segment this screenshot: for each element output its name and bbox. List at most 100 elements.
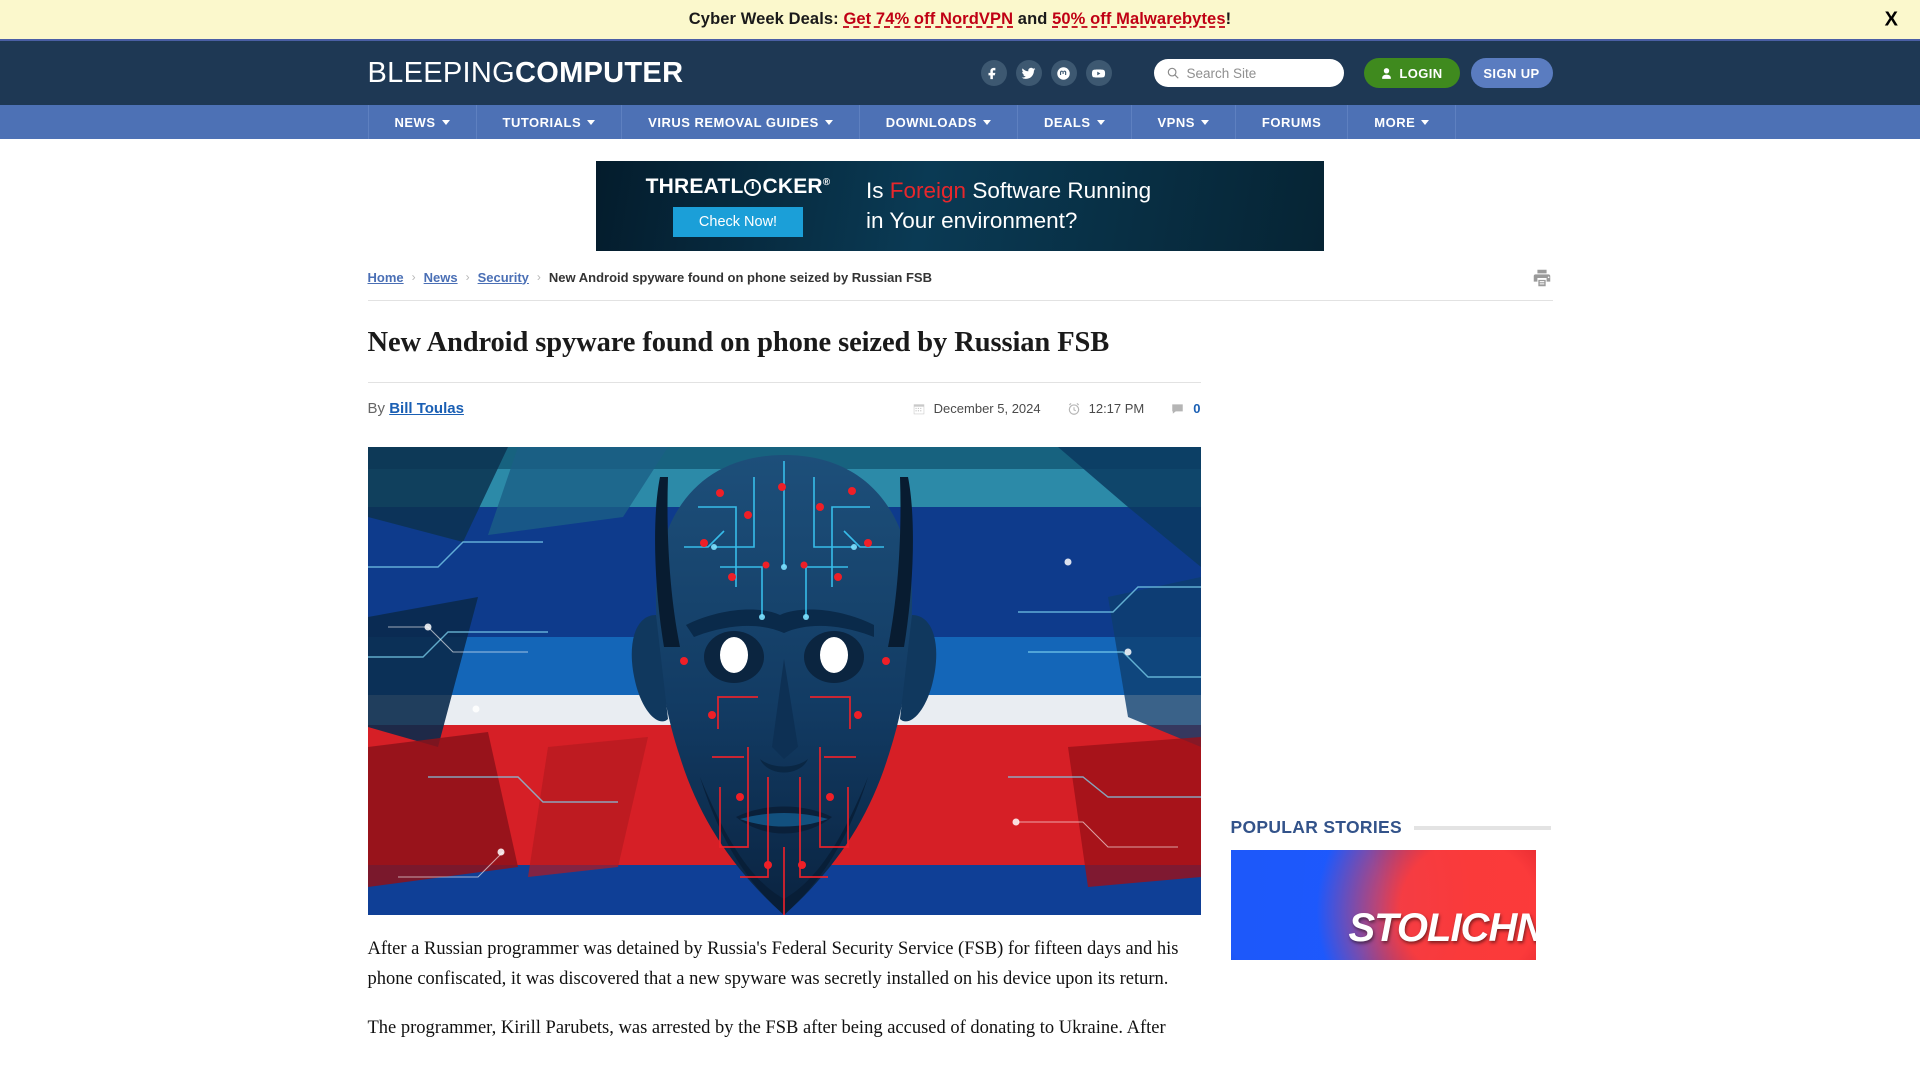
ad-headline-line1: Is Foreign Software Running [866, 176, 1151, 206]
article-paragraph-2: The programmer, Kirill Parubets, was arr… [367, 1018, 1166, 1039]
login-button[interactable]: LOGIN [1363, 58, 1460, 88]
social-links [980, 60, 1112, 86]
chevron-down-icon [824, 119, 833, 125]
power-ring-icon [744, 179, 762, 196]
printer-icon[interactable] [1531, 267, 1553, 287]
mastodon-icon[interactable] [1050, 60, 1077, 86]
chevron-down-icon [1421, 119, 1430, 125]
ad-headline-line2: in Your environment? [866, 208, 1078, 233]
nav-item-more[interactable]: MORE [1348, 105, 1457, 139]
nav-item-label: FORUMS [1261, 114, 1322, 130]
hero-illustration [367, 447, 1201, 915]
chevron-down-icon [587, 119, 596, 125]
nav-item-vpns[interactable]: VPNS [1132, 105, 1236, 139]
search-box[interactable] [1153, 59, 1344, 87]
nav-item-forums[interactable]: FORUMS [1236, 105, 1349, 139]
chevron-down-icon [441, 119, 450, 125]
breadcrumb: Home › News › Security › New Android spyware f… [368, 270, 932, 285]
breadcrumb-current: New Android spyware found on phone seize… [548, 269, 932, 285]
user-icon [1382, 67, 1392, 79]
byline-prefix: By [367, 400, 390, 417]
main-navigation: NEWS TUTORIALS VIRUS REMOVAL GUIDES DOWNLOA… [0, 105, 1920, 139]
ad-line1-a: Is [866, 178, 890, 204]
content-wrapper: Home › News › Security › New Android spyware f… [367, 265, 1553, 1044]
signup-button-label: SIGN UP [1483, 65, 1540, 81]
nav-item-news[interactable]: NEWS [367, 105, 477, 139]
article-meta-row: By Bill Toulas December 5, 2024 12:17 PM… [367, 382, 1201, 417]
nav-item-deals[interactable]: DEALS [1018, 105, 1132, 139]
popular-stories-header: POPULAR STORIES [1231, 817, 1551, 838]
breadcrumb-link-home[interactable]: Home [368, 270, 404, 285]
promo-prefix: Cyber Week Deals: [688, 10, 839, 28]
ad-line1-highlight: Foreign [889, 178, 967, 204]
promo-close-button[interactable]: X [1876, 5, 1907, 34]
facebook-icon[interactable] [980, 60, 1007, 86]
login-button-label: LOGIN [1399, 65, 1443, 81]
logo-text-bold: COMPUTER [514, 56, 684, 89]
chevron-down-icon [1200, 119, 1209, 125]
promo-link-nordvpn[interactable]: Get 74% off NordVPN [843, 10, 1013, 28]
promo-conjunction: and [1013, 10, 1053, 28]
breadcrumb-separator: › [411, 270, 416, 284]
nav-item-label: DEALS [1043, 114, 1091, 130]
promo-text: Cyber Week Deals: Get 74% off NordVPN an… [689, 10, 1231, 29]
youtube-icon[interactable] [1085, 60, 1112, 86]
logo-text-light: BLEEPING [367, 56, 515, 89]
alarm-clock-icon [1068, 402, 1079, 415]
nav-item-label: MORE [1374, 114, 1416, 130]
breadcrumb-link-news[interactable]: News [424, 270, 458, 285]
breadcrumb-link-security[interactable]: Security [478, 270, 529, 285]
site-logo[interactable]: BLEEPINGCOMPUTER [368, 57, 684, 90]
nav-item-downloads[interactable]: DOWNLOADS [860, 105, 1018, 139]
search-icon [1166, 66, 1180, 80]
article-column: New Android spyware found on phone seize… [367, 327, 1201, 1044]
comment-count: 0 [1193, 401, 1201, 416]
page-title: New Android spyware found on phone seize… [367, 327, 1110, 358]
breadcrumb-separator: › [465, 270, 470, 284]
signup-button[interactable]: SIGN UP [1470, 58, 1553, 88]
promo-suffix: ! [1225, 10, 1232, 28]
comment-icon [1172, 403, 1184, 414]
promo-link-malwarebytes[interactable]: 50% off Malwarebytes [1052, 10, 1225, 28]
ad-brand-logo: THREATL CKER® [646, 175, 831, 199]
columns: New Android spyware found on phone seize… [367, 301, 1553, 1044]
publish-date: December 5, 2024 [912, 401, 1041, 416]
section-divider [1413, 825, 1551, 830]
author-link[interactable]: Bill Toulas [389, 400, 464, 417]
nav-item-label: TUTORIALS [502, 114, 582, 130]
comment-count-item[interactable]: 0 [1170, 401, 1201, 416]
site-header: BLEEPINGCOMPUTER LOGIN [0, 41, 1920, 105]
nav-item-label: DOWNLOADS [885, 114, 977, 130]
nav-item-label: VIRUS REMOVAL GUIDES [648, 114, 819, 130]
promo-bar: Cyber Week Deals: Get 74% off NordVPN an… [0, 0, 1920, 41]
popular-stories-title: POPULAR STORIES [1230, 817, 1402, 837]
ad-headline: Is Foreign Software Running in Your envi… [866, 176, 1151, 236]
nav-item-tutorials[interactable]: TUTORIALS [477, 105, 623, 139]
breadcrumb-row: Home › News › Security › New Android spyware f… [367, 265, 1553, 301]
calendar-icon [913, 403, 924, 414]
nav-item-label: NEWS [394, 114, 436, 130]
sidebar-column: POPULAR STORIES STOLICHN [1230, 327, 1551, 1044]
publish-date-text: December 5, 2024 [933, 401, 1041, 416]
publish-time: 12:17 PM [1067, 401, 1145, 416]
byline: By Bill Toulas [368, 400, 464, 417]
breadcrumb-separator: › [536, 270, 541, 284]
article-paragraph-1: After a Russian programmer was detained … [367, 939, 1179, 989]
ad-brand-post: CKER [762, 175, 823, 198]
publish-time-text: 12:17 PM [1088, 401, 1145, 416]
nav-item-label: VPNS [1157, 114, 1195, 130]
search-input[interactable] [1186, 65, 1332, 81]
meta-group: December 5, 2024 12:17 PM 0 [912, 401, 1201, 416]
popular-story-thumbnail[interactable]: STOLICHN [1230, 850, 1536, 960]
ad-brand-registered: ® [822, 177, 831, 188]
ad-slot-leaderboard: THREATL CKER® Check Now! Is Foreign Softw… [0, 139, 1920, 265]
ad-cta-button[interactable]: Check Now! [672, 207, 804, 237]
twitter-icon[interactable] [1015, 60, 1042, 86]
threatlocker-ad[interactable]: THREATL CKER® Check Now! Is Foreign Softw… [596, 161, 1324, 251]
article-hero-image [367, 447, 1201, 915]
thumbnail-caption: STOLICHN [1348, 906, 1536, 950]
nav-item-virus-removal-guides[interactable]: VIRUS REMOVAL GUIDES [622, 105, 860, 139]
chevron-down-icon [1096, 119, 1105, 125]
ad-brand-pre: THREATL [645, 175, 744, 198]
chevron-down-icon [982, 119, 991, 125]
